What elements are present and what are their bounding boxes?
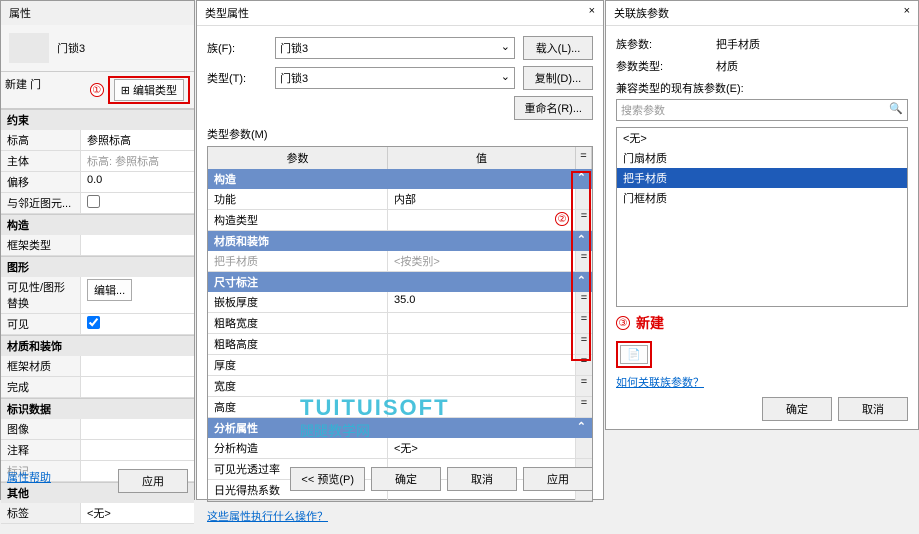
apply-button[interactable]: 应用 — [523, 467, 593, 491]
list-item[interactable]: 门框材质 — [617, 188, 907, 208]
family-dropdown[interactable]: 门锁3⌄ — [275, 37, 515, 59]
near-checkbox[interactable] — [87, 195, 100, 208]
cancel-button[interactable]: 取消 — [447, 467, 517, 491]
chevron-down-icon: ⌄ — [501, 40, 510, 56]
family-selector[interactable]: 门锁3 — [1, 25, 194, 72]
chevron-down-icon: ⌄ — [501, 70, 510, 86]
link-dialog-title: 关联族参数 — [614, 5, 669, 21]
annotation-1: ① — [90, 83, 104, 97]
new-label: 新建 — [636, 313, 664, 333]
annotation-3: ③ — [616, 316, 630, 330]
prop-row: 标高参照标高 — [1, 130, 194, 151]
new-param-button[interactable]: 📄 — [620, 345, 648, 364]
annotation-2: ② — [555, 212, 569, 226]
list-item[interactable]: 门扇材质 — [617, 148, 907, 168]
prop-help-link[interactable]: 属性帮助 — [7, 469, 51, 493]
visible-checkbox[interactable] — [87, 316, 100, 329]
new-label[interactable]: 新建 门 — [5, 76, 41, 104]
edit-type-icon: ⊞ — [121, 84, 130, 97]
type-dropdown[interactable]: 门锁3⌄ — [275, 67, 515, 89]
properties-title: 属性 — [1, 1, 194, 25]
type-param-table: 参数 值 = 构造⌃ 功能内部 构造类型②= 材质和装饰⌃ 把手材质<按类别>=… — [207, 146, 593, 502]
vis-edit-button[interactable]: 编辑... — [87, 279, 132, 301]
search-icon[interactable]: 🔍 — [889, 102, 903, 118]
edit-type-button[interactable]: ⊞ 编辑类型 — [114, 79, 184, 101]
family-name: 门锁3 — [57, 40, 85, 56]
type-properties-dialog: 类型属性 × 族(F): 门锁3⌄ 载入(L)... 类型(T): 门锁3⌄ 复… — [196, 0, 604, 500]
list-item[interactable]: 把手材质 — [617, 168, 907, 188]
duplicate-button[interactable]: 复制(D)... — [523, 66, 593, 90]
type-dialog-title: 类型属性 — [205, 5, 249, 21]
load-button[interactable]: 载入(L)... — [523, 36, 593, 60]
param-help-link[interactable]: 这些属性执行什么操作？ — [207, 511, 328, 523]
associate-param-dialog: 关联族参数 × 族参数:把手材质 参数类型:材质 兼容类型的现有族参数(E): … — [605, 0, 919, 430]
ok-button[interactable]: 确定 — [762, 397, 832, 421]
ok-button[interactable]: 确定 — [371, 467, 441, 491]
list-item[interactable]: <无> — [617, 128, 907, 148]
section-constraint: 约束 — [1, 109, 194, 130]
close-icon[interactable]: × — [904, 5, 910, 21]
cat-construct: 构造⌃ — [208, 169, 592, 189]
new-icon: 📄 — [627, 348, 641, 361]
close-icon[interactable]: × — [589, 5, 595, 21]
howto-link[interactable]: 如何关联族参数？ — [616, 377, 704, 389]
rename-button[interactable]: 重命名(R)... — [514, 96, 593, 120]
preview-button[interactable]: << 预览(P) — [290, 467, 365, 491]
search-input[interactable]: 搜索参数 🔍 — [616, 99, 908, 121]
param-list[interactable]: <无> 门扇材质 把手材质 门框材质 — [616, 127, 908, 307]
family-thumb — [9, 33, 49, 63]
cancel-button[interactable]: 取消 — [838, 397, 908, 421]
properties-panel: 属性 门锁3 新建 门 ① ⊞ 编辑类型 约束 标高参照标高 主体标高: 参照标… — [0, 0, 195, 500]
prop-apply-button[interactable]: 应用 — [118, 469, 188, 493]
type-params-label: 类型参数(M) — [207, 126, 593, 142]
